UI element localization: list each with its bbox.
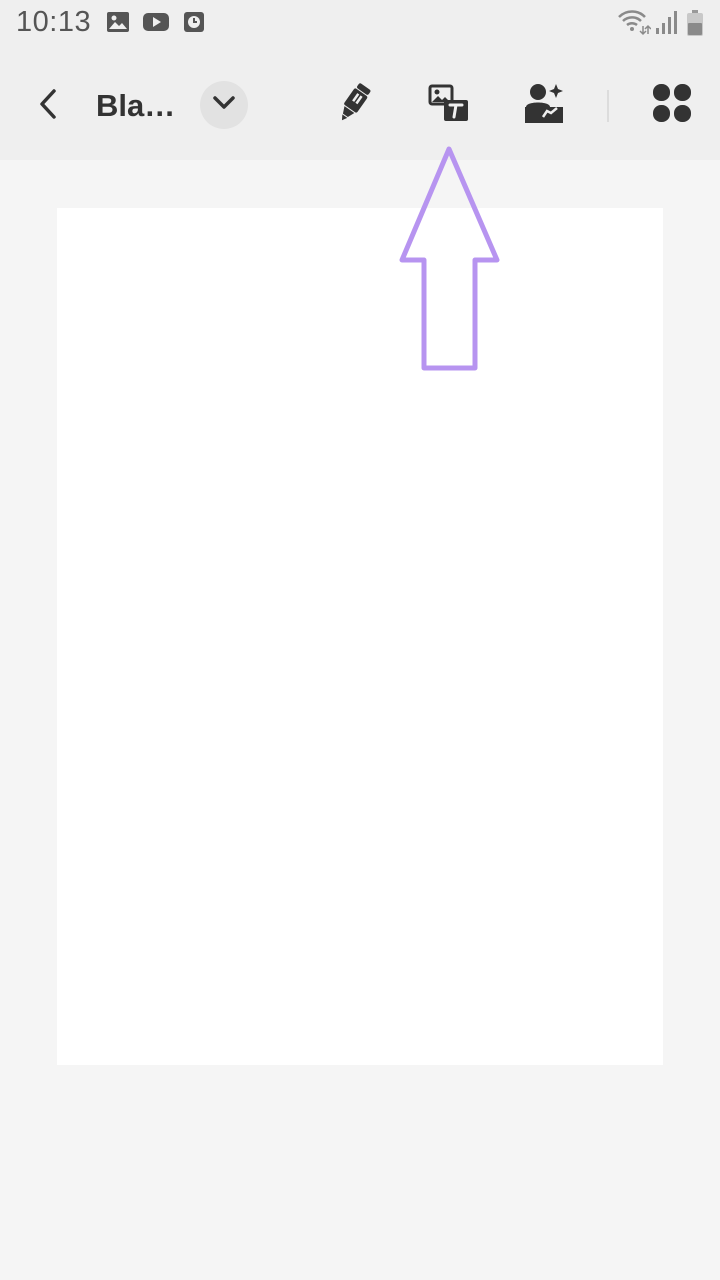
title-dropdown-button[interactable] (200, 81, 248, 129)
highlighter-icon (334, 81, 374, 130)
status-bar: 10:13 (0, 0, 720, 48)
wifi-icon (617, 8, 652, 41)
signal-icon (655, 10, 679, 41)
ai-sticker-icon (523, 81, 565, 130)
chevron-down-icon (212, 95, 236, 116)
highlighter-button[interactable] (330, 80, 378, 130)
back-button[interactable] (28, 82, 68, 130)
more-apps-button[interactable] (648, 80, 696, 130)
status-time: 10:13 (16, 6, 92, 38)
clock-app-icon (183, 10, 205, 39)
more-apps-icon (652, 83, 692, 128)
gallery-icon (106, 10, 130, 39)
ai-sticker-button[interactable] (520, 80, 568, 130)
battery-icon (686, 9, 704, 42)
youtube-icon (142, 10, 170, 39)
image-text-button[interactable] (424, 80, 474, 130)
blank-page[interactable] (57, 208, 663, 1065)
image-text-icon (427, 83, 471, 128)
hint-arrow-icon (395, 140, 505, 381)
toolbar-divider (607, 90, 609, 122)
chevron-left-icon (36, 88, 60, 125)
document-title[interactable]: Bla… (96, 88, 175, 124)
